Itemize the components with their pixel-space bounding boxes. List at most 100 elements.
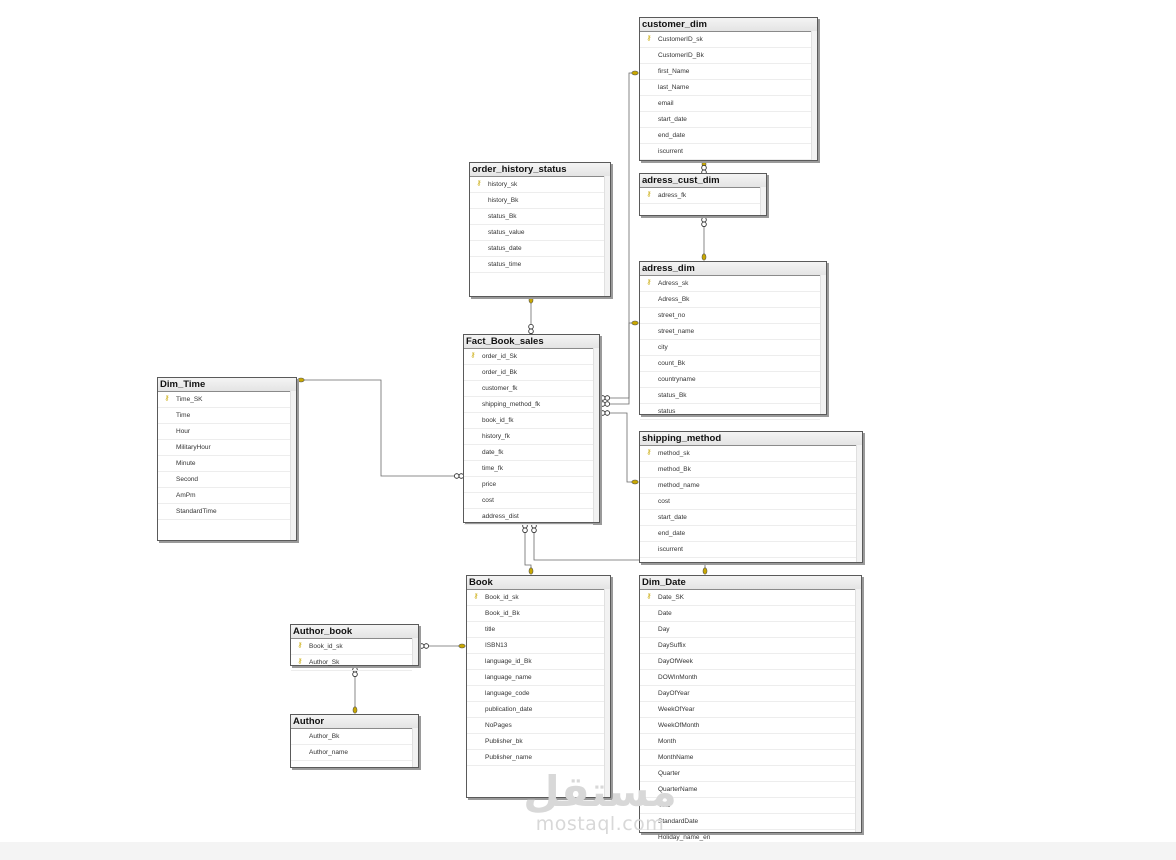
column-row[interactable]: ⚷ Book_id_sk xyxy=(467,590,604,606)
table-scrollbar[interactable] xyxy=(604,589,610,797)
table-scrollbar[interactable] xyxy=(855,589,861,832)
table-dim-date[interactable]: Dim_Date ⚷ Date_SK Date Day DaySuffix DayOfWee… xyxy=(639,575,862,846)
column-row[interactable]: count_Bk xyxy=(640,356,820,372)
table-title[interactable]: Dim_Time xyxy=(158,378,296,392)
table-scrollbar[interactable] xyxy=(412,728,418,767)
column-row[interactable]: address_dist xyxy=(464,509,593,525)
column-row[interactable]: MonthName xyxy=(640,750,855,766)
column-row[interactable]: Publisher_bk xyxy=(467,734,604,750)
column-row[interactable]: last_Name xyxy=(640,80,811,96)
column-row[interactable]: ⚷ Date_SK xyxy=(640,590,855,606)
column-row[interactable]: Book_id_Bk xyxy=(467,606,604,622)
table-title[interactable]: adress_dim xyxy=(640,262,826,276)
column-row[interactable]: Day xyxy=(640,622,855,638)
column-row[interactable]: ISBN13 xyxy=(467,638,604,654)
column-row[interactable]: end_date xyxy=(640,526,856,542)
table-scrollbar[interactable] xyxy=(412,638,418,665)
column-row[interactable]: QuarterName xyxy=(640,782,855,798)
table-title[interactable]: customer_dim xyxy=(640,18,817,32)
column-row[interactable]: WeekOfYear xyxy=(640,702,855,718)
column-row[interactable]: DayOfYear xyxy=(640,686,855,702)
column-row[interactable]: Minute xyxy=(158,456,290,472)
column-row[interactable]: city xyxy=(640,340,820,356)
column-row[interactable]: price xyxy=(464,477,593,493)
table-title[interactable]: Author_book xyxy=(291,625,418,639)
column-row[interactable]: WeekOfMonth xyxy=(640,718,855,734)
table-customer-dim[interactable]: customer_dim ⚷ CustomerID_sk CustomerID_Bk f… xyxy=(639,17,818,161)
column-row[interactable]: AmPm xyxy=(158,488,290,504)
column-row[interactable]: start_date xyxy=(640,510,856,526)
column-row[interactable]: status_Bk xyxy=(640,388,820,404)
table-title[interactable]: Book xyxy=(467,576,610,590)
column-row[interactable]: street_no xyxy=(640,308,820,324)
column-row[interactable]: ⚷ order_id_Sk xyxy=(464,349,593,365)
column-row[interactable]: StandardDate xyxy=(640,814,855,830)
column-row[interactable]: first_Name xyxy=(640,64,811,80)
table-adress-cust-dim[interactable]: adress_cust_dim ⚷ adress_fk xyxy=(639,173,767,216)
table-order-history-status[interactable]: order_history_status ⚷ history_sk history_B… xyxy=(469,162,611,297)
column-row[interactable]: ⚷ history_sk xyxy=(470,177,604,193)
column-row[interactable]: Month xyxy=(640,734,855,750)
column-row[interactable]: Date xyxy=(640,606,855,622)
column-row[interactable]: NoPages xyxy=(467,718,604,734)
column-row[interactable]: status_Bk xyxy=(470,209,604,225)
column-row[interactable]: time_fk xyxy=(464,461,593,477)
column-row[interactable]: status_time xyxy=(470,257,604,273)
column-row[interactable]: end_date xyxy=(640,128,811,144)
column-row[interactable]: shipping_method_fk xyxy=(464,397,593,413)
column-row[interactable]: countryname xyxy=(640,372,820,388)
column-row[interactable]: language_name xyxy=(467,670,604,686)
column-row[interactable]: email xyxy=(640,96,811,112)
column-row[interactable]: book_id_fk xyxy=(464,413,593,429)
column-row[interactable]: MilitaryHour xyxy=(158,440,290,456)
column-row[interactable]: ⚷ adress_fk xyxy=(640,188,760,204)
column-row[interactable]: DOWInMonth xyxy=(640,670,855,686)
table-title[interactable]: adress_cust_dim xyxy=(640,174,766,188)
column-row[interactable]: Second xyxy=(158,472,290,488)
column-row[interactable]: cost xyxy=(464,493,593,509)
column-row[interactable]: iscurrent xyxy=(640,542,856,558)
column-row[interactable]: status_value xyxy=(470,225,604,241)
table-scrollbar[interactable] xyxy=(820,275,826,414)
column-row[interactable]: street_name xyxy=(640,324,820,340)
table-book[interactable]: Book ⚷ Book_id_sk Book_id_Bk title ISBN13 lang… xyxy=(466,575,611,798)
column-row[interactable]: publication_date xyxy=(467,702,604,718)
column-row[interactable]: customer_fk xyxy=(464,381,593,397)
column-row[interactable]: start_date xyxy=(640,112,811,128)
column-row[interactable]: history_Bk xyxy=(470,193,604,209)
table-dim-time[interactable]: Dim_Time ⚷ Time_SK Time Hour MilitaryHour Minu… xyxy=(157,377,297,541)
column-row[interactable]: Author_Bk xyxy=(291,729,412,745)
column-row[interactable]: DaySuffix xyxy=(640,638,855,654)
column-row[interactable]: ⚷ Adress_sk xyxy=(640,276,820,292)
column-row[interactable]: Adress_Bk xyxy=(640,292,820,308)
table-scrollbar[interactable] xyxy=(856,445,862,562)
column-row[interactable]: StandardTime xyxy=(158,504,290,520)
table-adress-dim[interactable]: adress_dim ⚷ Adress_sk Adress_Bk street_no st… xyxy=(639,261,827,420)
column-row[interactable]: status_date xyxy=(470,241,604,257)
table-scrollbar[interactable] xyxy=(604,176,610,296)
column-row[interactable]: Time xyxy=(158,408,290,424)
table-author-book[interactable]: Author_book ⚷ Book_id_sk ⚷ Author_Sk xyxy=(290,624,419,671)
table-title[interactable]: Author xyxy=(291,715,418,729)
column-row[interactable]: date_fk xyxy=(464,445,593,461)
column-row[interactable]: history_fk xyxy=(464,429,593,445)
table-author[interactable]: Author Author_Bk Author_name xyxy=(290,714,419,768)
table-scrollbar[interactable] xyxy=(760,187,766,215)
column-row[interactable]: Quarter xyxy=(640,766,855,782)
column-row[interactable]: order_id_Bk xyxy=(464,365,593,381)
table-shipping-method[interactable]: shipping_method ⚷ method_sk method_Bk method… xyxy=(639,431,863,563)
column-row[interactable]: status xyxy=(640,404,820,420)
column-row[interactable]: DayOfWeek xyxy=(640,654,855,670)
table-scrollbar[interactable] xyxy=(811,31,817,160)
table-scrollbar[interactable] xyxy=(593,348,599,522)
column-row[interactable]: iscurrent xyxy=(640,144,811,160)
column-row[interactable]: Author_name xyxy=(291,745,412,761)
column-row[interactable]: CustomerID_Bk xyxy=(640,48,811,64)
column-row[interactable]: Hour xyxy=(158,424,290,440)
table-scrollbar[interactable] xyxy=(290,391,296,540)
column-row[interactable]: cost xyxy=(640,494,856,510)
column-row[interactable]: method_name xyxy=(640,478,856,494)
column-row[interactable]: Year xyxy=(640,798,855,814)
column-row[interactable]: ⚷ Book_id_sk xyxy=(291,639,412,655)
column-row[interactable]: language_code xyxy=(467,686,604,702)
